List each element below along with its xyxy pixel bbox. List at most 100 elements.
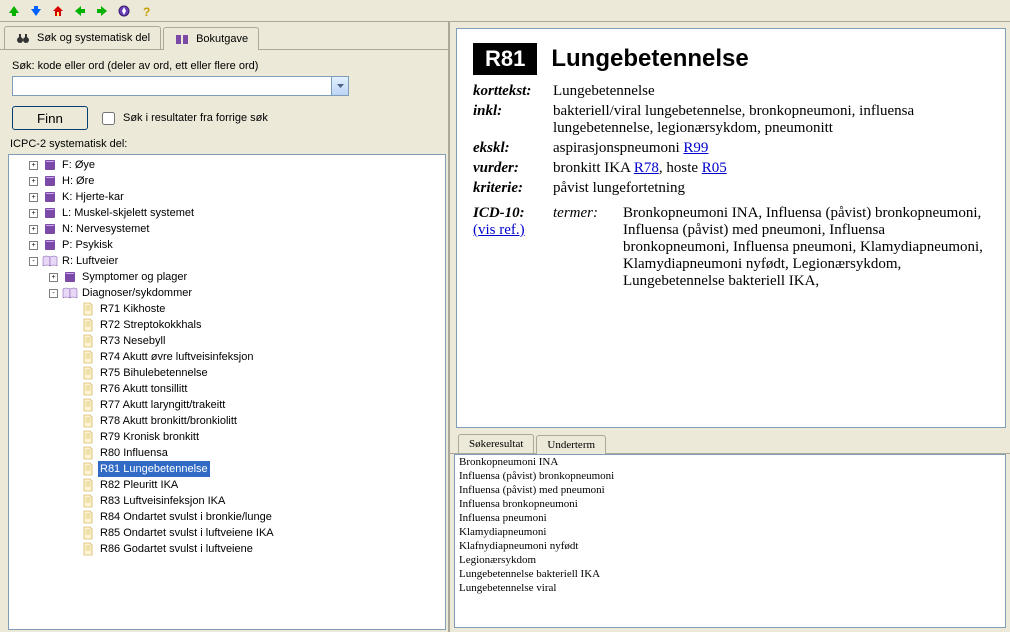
tree-node[interactable]: R73 Nesebyll [9, 333, 445, 349]
tree-expander-icon[interactable]: + [49, 273, 58, 282]
tree-node[interactable]: - Diagnoser/sykdommer [9, 285, 445, 301]
tree-node-label: Diagnoser/sykdommer [80, 285, 194, 301]
tree-node-label: N: Nervesystemet [60, 221, 151, 237]
tree-expander-icon[interactable]: + [29, 193, 38, 202]
home-icon[interactable] [50, 3, 66, 19]
tree-node[interactable]: + N: Nervesystemet [9, 221, 445, 237]
list-item[interactable]: Legionærsykdom [455, 553, 1005, 567]
tree-node[interactable]: R82 Pleuritt IKA [9, 477, 445, 493]
vurder-label: vurder: [473, 160, 553, 177]
tree-node[interactable]: R72 Streptokokkhals [9, 317, 445, 333]
page-icon [80, 397, 96, 413]
ekskl-text: aspirasjonspneumoni [553, 140, 683, 156]
list-item[interactable]: Lungebetennelse bakteriell IKA [455, 567, 1005, 581]
book-icon [42, 189, 58, 205]
search-in-results-input[interactable] [102, 112, 115, 125]
tab-book-edition[interactable]: Bokutgave [163, 27, 259, 50]
tree-expander-icon[interactable]: + [29, 161, 38, 170]
tree-node-label: R80 Influensa [98, 445, 170, 461]
tree-node[interactable]: +L: Muskel-skjelett systemet [9, 205, 445, 221]
tree-expander-icon[interactable]: - [29, 257, 38, 266]
search-in-results-label: Søk i resultater fra forrige søk [123, 112, 268, 124]
ekskl-link[interactable]: R99 [683, 140, 708, 156]
tree-node[interactable]: R75 Bihulebetennelse [9, 365, 445, 381]
tree-node[interactable]: +H: Øre [9, 173, 445, 189]
app-toolbar: ? [0, 0, 1010, 22]
inkl-value: bakteriell/viral lungebetennelse, bronko… [553, 103, 989, 137]
tree-node-label: R82 Pleuritt IKA [98, 477, 180, 493]
tab-search-results[interactable]: Søkeresultat [458, 434, 534, 453]
search-label: Søk: kode eller ord (deler av ord, ett e… [12, 60, 436, 72]
vurder-link-1[interactable]: R78 [634, 160, 659, 176]
search-input[interactable] [12, 76, 332, 96]
tree-node[interactable]: + P: Psykisk [9, 237, 445, 253]
page-icon [80, 445, 96, 461]
nav-down-icon[interactable] [28, 3, 44, 19]
left-pane: Søk og systematisk del Bokutgave Søk: ko… [0, 22, 450, 632]
tree-node[interactable]: R84 Ondartet svulst i bronkie/lunge [9, 509, 445, 525]
tree-node[interactable]: -R: Luftveier [9, 253, 445, 269]
subterm-list[interactable]: Bronkopneumoni INAInfluensa (påvist) bro… [454, 454, 1006, 628]
tab-subterms[interactable]: Underterm [536, 435, 606, 454]
page-icon [80, 461, 96, 477]
korttekst-label: korttekst: [473, 83, 553, 100]
detail-panel[interactable]: R81 Lungebetennelse korttekst: Lungebete… [456, 28, 1006, 428]
book-icon [42, 221, 58, 237]
tree-node-label: R71 Kikhoste [98, 301, 167, 317]
page-icon [80, 317, 96, 333]
tree-node-label: R81 Lungebetennelse [98, 461, 210, 477]
tree-node[interactable]: R85 Ondartet svulst i luftveiene IKA [9, 525, 445, 541]
page-icon [80, 349, 96, 365]
tree-expander-icon[interactable]: + [29, 177, 38, 186]
tree-expander-icon[interactable]: + [29, 225, 38, 234]
inkl-label: inkl: [473, 103, 553, 137]
icd10-visref-link[interactable]: (vis ref.) [473, 222, 525, 238]
search-dropdown-button[interactable] [332, 76, 349, 96]
tree-node[interactable]: R83 Luftveisinfeksjon IKA [9, 493, 445, 509]
tree-node[interactable]: R74 Akutt øvre luftveisinfeksjon [9, 349, 445, 365]
tree-node[interactable]: +K: Hjerte-kar [9, 189, 445, 205]
list-item[interactable]: Klamydiapneumoni [455, 525, 1005, 539]
list-item[interactable]: Influensa pneumoni [455, 511, 1005, 525]
tree-node[interactable]: +Symptomer og plager [9, 269, 445, 285]
tree-node[interactable]: R79 Kronisk bronkitt [9, 429, 445, 445]
book-icon [42, 157, 58, 173]
nav-up-icon[interactable] [6, 3, 22, 19]
tree-node[interactable]: R77 Akutt laryngitt/trakeitt [9, 397, 445, 413]
tree-node-label: R83 Luftveisinfeksjon IKA [98, 493, 227, 509]
list-item[interactable]: Lungebetennelse viral [455, 581, 1005, 595]
ekskl-label: ekskl: [473, 140, 553, 157]
list-item[interactable]: Klafnydiapneumoni nyfødt [455, 539, 1005, 553]
tree-node[interactable]: R80 Influensa [9, 445, 445, 461]
tab-search-systematic[interactable]: Søk og systematisk del [4, 26, 161, 49]
vurder-text-1: bronkitt IKA [553, 160, 634, 176]
tree-node[interactable]: R86 Godartet svulst i luftveiene [9, 541, 445, 557]
tree-node-label: R75 Bihulebetennelse [98, 365, 210, 381]
list-item[interactable]: Bronkopneumoni INA [455, 455, 1005, 469]
tree-expander-icon[interactable]: + [29, 241, 38, 250]
tree-expander-icon[interactable]: - [49, 289, 58, 298]
list-item[interactable]: Influensa (påvist) bronkopneumoni [455, 469, 1005, 483]
tree-view[interactable]: + F: Øye+H: Øre+K: Hjerte-kar+L: Muskel-s… [8, 154, 446, 630]
tree-node-label: R77 Akutt laryngitt/trakeitt [98, 397, 227, 413]
list-item[interactable]: Influensa bronkopneumoni [455, 497, 1005, 511]
tree-expander-icon[interactable]: + [29, 209, 38, 218]
tree-node[interactable]: R71 Kikhoste [9, 301, 445, 317]
tree-node[interactable]: + F: Øye [9, 157, 445, 173]
tree-node-label: R79 Kronisk bronkitt [98, 429, 201, 445]
vurder-link-2[interactable]: R05 [702, 160, 727, 176]
tree-node-label: P: Psykisk [60, 237, 115, 253]
result-tabbar: Søkeresultat Underterm [450, 430, 1010, 454]
help-icon[interactable]: ? [138, 3, 154, 19]
tree-node[interactable]: R78 Akutt bronkitt/bronkiolitt [9, 413, 445, 429]
tree-node-label: F: Øye [60, 157, 97, 173]
compass-icon[interactable] [116, 3, 132, 19]
find-button[interactable]: Finn [12, 106, 88, 130]
tree-node[interactable]: R81 Lungebetennelse [9, 461, 445, 477]
nav-back-icon[interactable] [72, 3, 88, 19]
right-pane: R81 Lungebetennelse korttekst: Lungebete… [450, 22, 1010, 632]
tree-node[interactable]: R76 Akutt tonsillitt [9, 381, 445, 397]
search-in-results-checkbox[interactable]: Søk i resultater fra forrige søk [98, 109, 268, 128]
list-item[interactable]: Influensa (påvist) med pneumoni [455, 483, 1005, 497]
nav-forward-icon[interactable] [94, 3, 110, 19]
